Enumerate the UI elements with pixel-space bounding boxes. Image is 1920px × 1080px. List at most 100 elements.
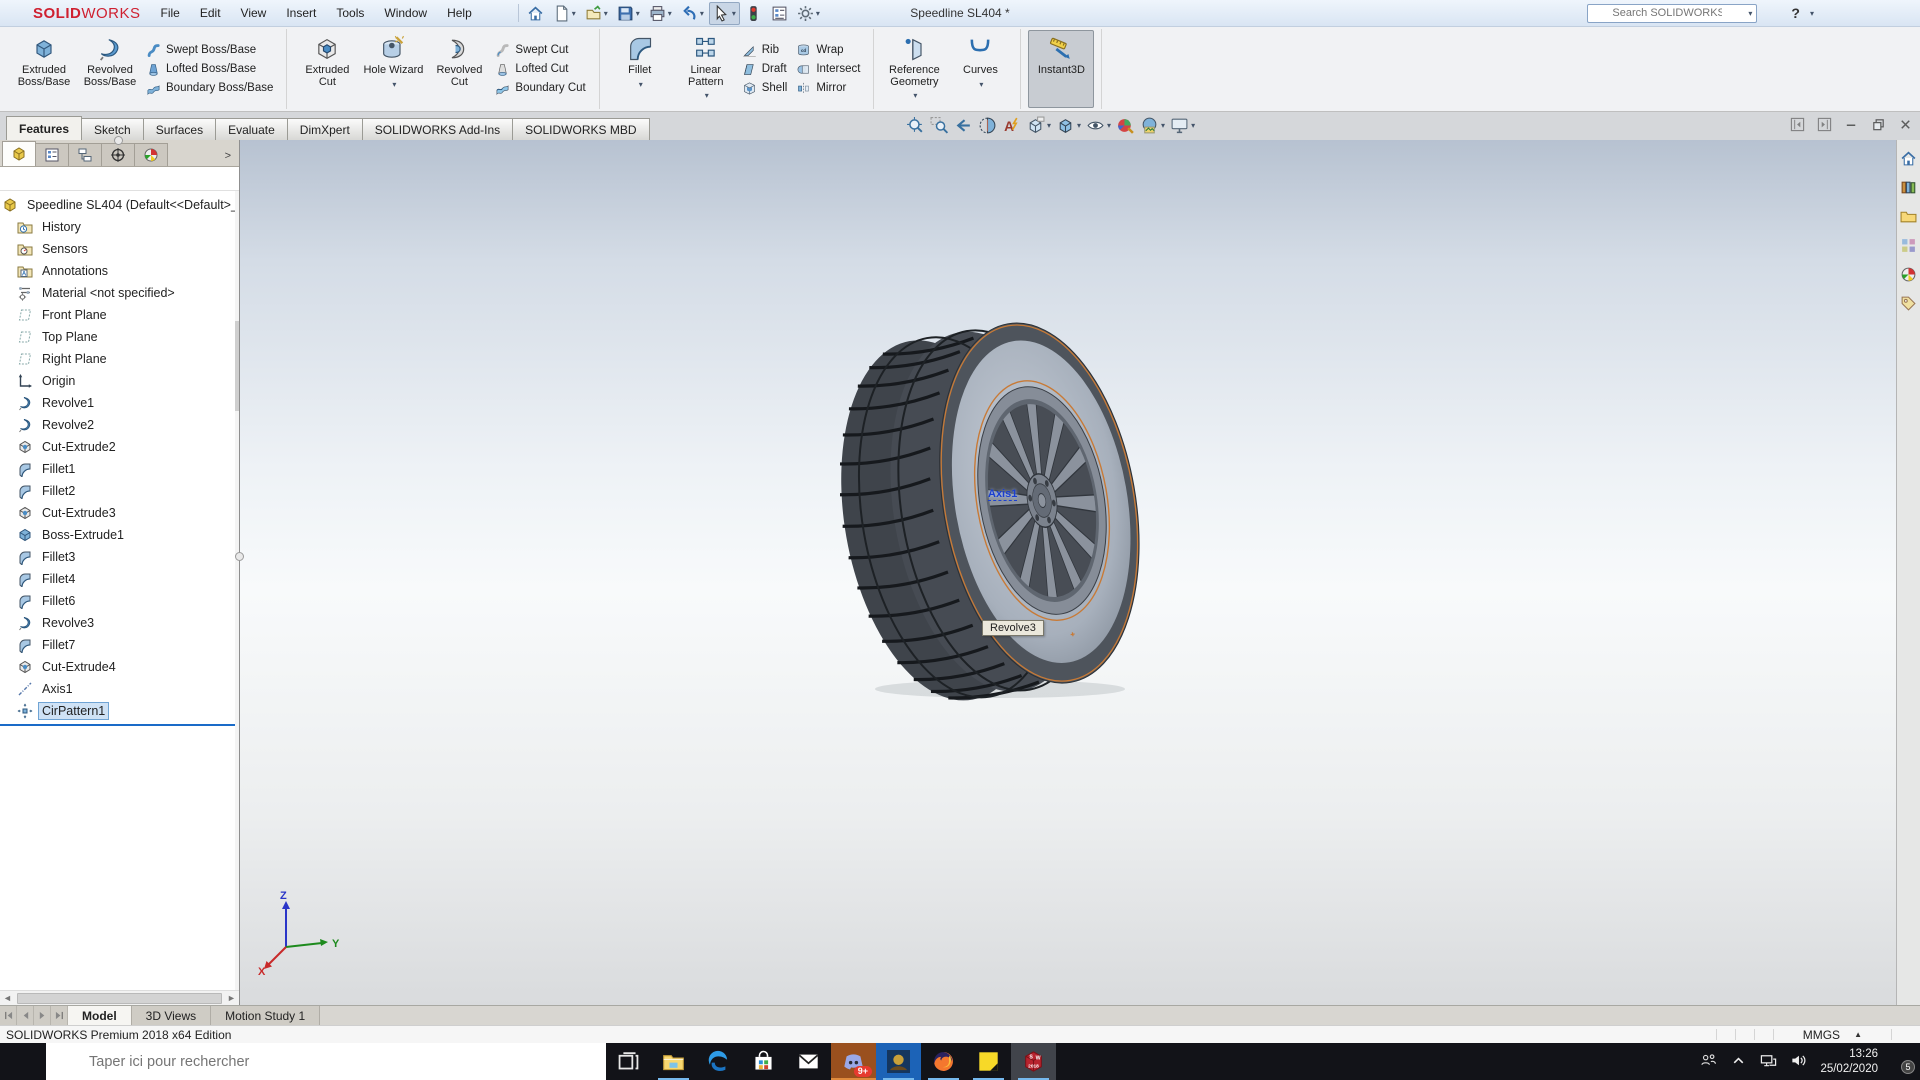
menu-view[interactable]: View [231, 0, 277, 27]
rollback-bar[interactable] [0, 724, 239, 726]
custom-properties-button[interactable] [1901, 1026, 1916, 1044]
scrollbar-thumb[interactable] [17, 993, 222, 1004]
tree-item-fillet3[interactable]: Fillet3 [0, 546, 239, 568]
start-button[interactable] [0, 1043, 46, 1080]
view-orientation-button[interactable]: ▾ [1025, 115, 1052, 136]
menu-tools[interactable]: Tools [326, 0, 374, 27]
tree-item-fillet6[interactable]: Fillet6 [0, 590, 239, 612]
help-search-box[interactable]: ▾ [1587, 4, 1757, 23]
settings-button[interactable]: ▾ [793, 2, 824, 25]
display-manager-tab[interactable] [134, 143, 168, 166]
configuration-manager-tab[interactable] [68, 143, 102, 166]
boundary-cut-button[interactable]: Boundary Cut [492, 79, 591, 98]
sticky-notes-button[interactable] [966, 1043, 1011, 1080]
doc-close-button[interactable] [1897, 116, 1914, 133]
curves-dropdown[interactable]: ▾ [979, 79, 983, 91]
volume-button[interactable] [1790, 1052, 1807, 1072]
doc-tab-3d-views[interactable]: 3D Views [132, 1006, 211, 1025]
tree-item-revolve2[interactable]: Revolve2 [0, 414, 239, 436]
tree-item-cut-extrude4[interactable]: Cut-Extrude4 [0, 656, 239, 678]
fillet-dropdown[interactable]: ▾ [639, 79, 643, 91]
custom-properties-tab[interactable] [1900, 295, 1917, 315]
tree-item-axis1[interactable]: Axis1 [0, 678, 239, 700]
menu-file[interactable]: File [151, 0, 190, 27]
tree-filter-bar[interactable] [0, 167, 239, 191]
taskbar-clock[interactable]: 13:26 25/02/2020 [1820, 1047, 1878, 1077]
zoom-to-area-button[interactable] [929, 115, 950, 136]
next-tab-button[interactable] [34, 1006, 51, 1025]
tree-item-sensors[interactable]: Sensors [0, 238, 239, 260]
menu-insert[interactable]: Insert [276, 0, 326, 27]
display-style-button[interactable]: ▾ [1055, 115, 1082, 136]
new-document-button[interactable]: ▾ [549, 2, 580, 25]
display-style-button-dropdown[interactable]: ▾ [1077, 121, 1081, 130]
swept-cut-button[interactable]: Swept Cut [492, 41, 591, 60]
taskbar-search-box[interactable] [46, 1043, 606, 1080]
select-button-dropdown[interactable]: ▾ [732, 9, 736, 18]
collapse-pane-left-button[interactable] [1789, 116, 1806, 133]
hole-wizard-button[interactable]: Hole Wizard▾ [360, 30, 426, 108]
tree-item-fillet4[interactable]: Fillet4 [0, 568, 239, 590]
draft-button[interactable]: Draft [739, 60, 794, 79]
edge-button[interactable] [696, 1043, 741, 1080]
print-button-dropdown[interactable]: ▾ [668, 9, 672, 18]
restore-button[interactable] [1856, 2, 1882, 24]
solidworks-button[interactable]: SW2018 [1011, 1043, 1056, 1080]
help-button[interactable]: ? [1791, 5, 1800, 21]
undo-button-dropdown[interactable]: ▾ [700, 9, 704, 18]
graphics-viewport[interactable]: Axis1 Revolve3 Z Y X [240, 140, 1896, 1005]
dimxpert-manager-tab[interactable] [101, 143, 135, 166]
reference-geometry-button[interactable]: Reference Geometry▾ [881, 30, 947, 108]
tree-item-revolve1[interactable]: Revolve1 [0, 392, 239, 414]
tree-item-annotations[interactable]: AAnnotations [0, 260, 239, 282]
hide-show-items-button[interactable]: ▾ [1085, 115, 1112, 136]
microphone-icon[interactable] [575, 1053, 593, 1071]
task-view-button[interactable] [606, 1043, 651, 1080]
edit-appearance-button[interactable] [1115, 115, 1136, 136]
panel-splitter-grip[interactable] [114, 136, 123, 145]
wheel-3d-model[interactable] [840, 315, 1160, 705]
swept-boss-base-button[interactable]: Swept Boss/Base [143, 41, 279, 60]
doc-tab-model[interactable]: Model [68, 1006, 132, 1025]
tree-item-origin[interactable]: Origin [0, 370, 239, 392]
tab-dimxpert[interactable]: DimXpert [287, 118, 363, 140]
tab-evaluate[interactable]: Evaluate [215, 118, 288, 140]
reference-geometry-dropdown[interactable]: ▾ [913, 90, 917, 102]
expand-tabs-arrow[interactable]: > [225, 150, 237, 166]
collapse-pane-right-button[interactable] [1816, 116, 1833, 133]
pin-menubar-button[interactable] [482, 5, 514, 21]
select-button[interactable]: ▾ [709, 2, 740, 25]
save-button[interactable]: ▾ [613, 2, 644, 25]
lofted-boss-base-button[interactable]: Lofted Boss/Base [143, 60, 279, 79]
help-dropdown[interactable]: ▾ [1810, 9, 1814, 18]
mail-button[interactable] [786, 1043, 831, 1080]
game-button[interactable] [876, 1043, 921, 1080]
tab-solidworks-add-ins[interactable]: SOLIDWORKS Add-Ins [362, 118, 513, 140]
panel-splitter-grip-right[interactable] [235, 552, 244, 561]
tree-item-history[interactable]: History [0, 216, 239, 238]
search-scope-dropdown[interactable]: ▾ [1748, 9, 1752, 18]
tree-horizontal-scrollbar[interactable]: ◄ ► [0, 990, 239, 1005]
annotation-views-button[interactable]: A [1001, 115, 1022, 136]
tree-item-speedline[interactable]: Speedline SL404 (Default<<Default>_Displ… [0, 194, 239, 216]
linear-pattern-dropdown[interactable]: ▾ [705, 90, 709, 102]
tree-item-fillet7[interactable]: Fillet7 [0, 634, 239, 656]
rebuild-button[interactable] [741, 2, 766, 25]
undo-button[interactable]: ▾ [677, 2, 708, 25]
tab-solidworks-mbd[interactable]: SOLIDWORKS MBD [512, 118, 649, 140]
search-icon[interactable] [1728, 6, 1742, 20]
tree-item-cut-extrude3[interactable]: Cut-Extrude3 [0, 502, 239, 524]
wrap-button[interactable]: cdWrap [793, 41, 866, 60]
tree-item-fillet2[interactable]: Fillet2 [0, 480, 239, 502]
options-list-button[interactable] [767, 2, 792, 25]
hide-show-items-button-dropdown[interactable]: ▾ [1107, 121, 1111, 130]
unit-system-selector[interactable]: MMGS ▲ [1783, 1028, 1882, 1042]
menu-help[interactable]: Help [437, 0, 482, 27]
solidworks-resources-tab[interactable] [1900, 150, 1917, 170]
doc-tab-motion-study-1[interactable]: Motion Study 1 [211, 1006, 320, 1025]
extruded-cut-button[interactable]: Extruded Cut [294, 30, 360, 108]
view-settings-button-dropdown[interactable]: ▾ [1191, 121, 1195, 130]
help-search-input[interactable] [1610, 6, 1724, 20]
axis-callout[interactable]: Axis1 [988, 488, 1017, 501]
taskbar-search-input[interactable] [87, 1053, 565, 1071]
